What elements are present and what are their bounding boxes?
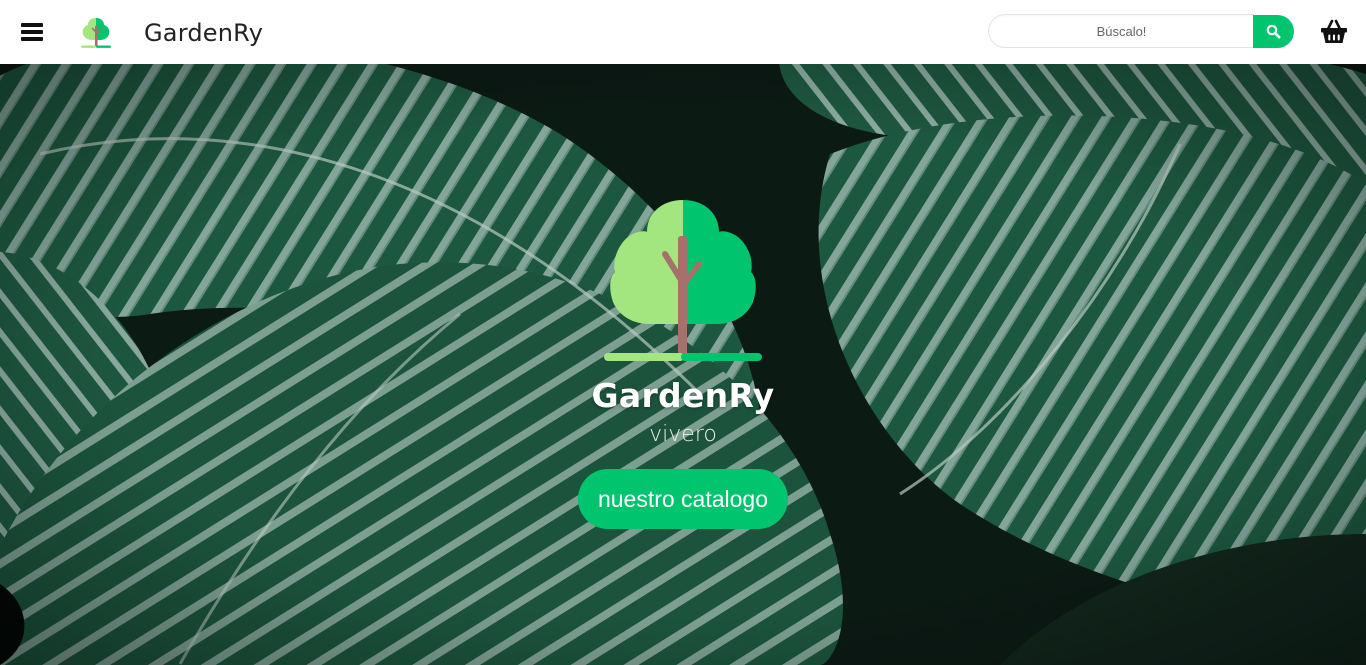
hamburger-menu-icon[interactable] (20, 20, 44, 44)
catalog-button[interactable]: nuestro catalogo (578, 469, 788, 529)
search-bar (988, 14, 1294, 50)
search-button[interactable] (1253, 15, 1294, 48)
tree-logo-icon (604, 200, 762, 361)
tree-logo-icon[interactable] (80, 15, 112, 49)
hero-subtitle: vivero (649, 422, 717, 447)
shopping-basket-icon[interactable] (1320, 18, 1348, 46)
brand-name[interactable]: GardenRy (144, 17, 263, 49)
hero-overlay (0, 64, 1366, 665)
search-input[interactable] (988, 14, 1254, 48)
hero-title: GardenRy (591, 376, 775, 415)
top-navbar: GardenRy (0, 0, 1366, 64)
hero-section: GardenRy vivero nuestro catalogo (0, 64, 1366, 665)
magnifier-icon (1266, 24, 1281, 39)
